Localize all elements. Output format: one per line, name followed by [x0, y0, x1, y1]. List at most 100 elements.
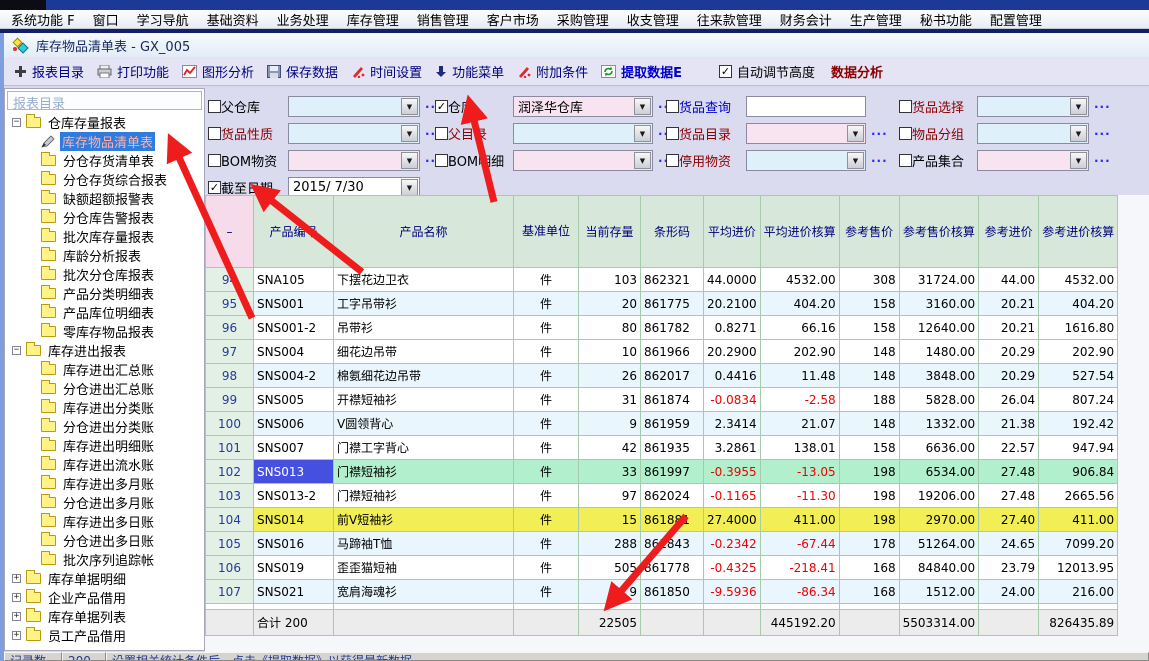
tree-item-库存进出汇总账[interactable]: 库存进出汇总账	[5, 360, 204, 379]
dropdown-arrow-icon[interactable]: ▼	[1070, 98, 1087, 115]
filter-select-父仓库[interactable]: ▼	[288, 96, 420, 117]
tree-item-库存进出流水账[interactable]: 库存进出流水账	[5, 455, 204, 474]
table-row[interactable]: 107SNS021宽肩海魂衫件9861850-9.5936-86.3416815…	[206, 580, 1118, 604]
table-row[interactable]: 98SNS004-2棉氨细花边吊带件268620170.441611.48148…	[206, 364, 1118, 388]
dropdown-arrow-icon[interactable]: ▼	[634, 98, 651, 115]
tree-item-分仓存货清单表[interactable]: 分仓存货清单表	[5, 151, 204, 170]
tree-item-库龄分析报表[interactable]: 库龄分析报表	[5, 246, 204, 265]
menu-item[interactable]: 收支管理	[618, 10, 688, 29]
toolbar-button-保存数据[interactable]: 保存数据	[267, 62, 338, 81]
menu-item[interactable]: 往来款管理	[688, 10, 771, 29]
column-header-avg_price_calc[interactable]: 平均进价核算	[760, 196, 839, 268]
menu-item[interactable]: 采购管理	[548, 10, 618, 29]
auto-height-toggle[interactable]: ✓自动调节高度	[719, 62, 815, 81]
filter-select-货品选择[interactable]: ▼	[977, 96, 1089, 117]
column-header-avg_price[interactable]: 平均进价	[704, 196, 761, 268]
more-options-button[interactable]: ···	[1094, 100, 1111, 114]
filter-checkbox-截至日期[interactable]: ✓	[208, 181, 221, 194]
menu-item[interactable]: 客户市场	[478, 10, 548, 29]
menu-item[interactable]: 学习导航	[128, 10, 198, 29]
tree-item-库存物品清单表[interactable]: 库存物品清单表	[5, 132, 204, 151]
column-header-barcode[interactable]: 条形码	[641, 196, 704, 268]
table-row[interactable]: 94SNA105下摆花边卫衣件10386232144.00004532.0030…	[206, 268, 1118, 292]
collapse-icon[interactable]: −	[12, 346, 21, 355]
toolbar-button-附加条件[interactable]: 附加条件	[517, 62, 588, 81]
more-options-button[interactable]: ···	[1094, 154, 1111, 168]
toolbar-button-提取数据E[interactable]: 提取数据E	[601, 62, 682, 81]
tree-item-批次分仓库报表[interactable]: 批次分仓库报表	[5, 265, 204, 284]
tree-item-缺额超额报警表[interactable]: 缺额超额报警表	[5, 189, 204, 208]
table-row[interactable]: 99SNS005开襟短袖衫件31861874-0.0834-2.58188582…	[206, 388, 1118, 412]
table-row[interactable]: 104SNS014前V短袖衫件1586188127.4000411.001982…	[206, 508, 1118, 532]
column-header-ref_buy[interactable]: 参考进价	[979, 196, 1039, 268]
table-row[interactable]: 106SNS019歪歪猫短袖件505861778-0.4325-218.4116…	[206, 556, 1118, 580]
dropdown-arrow-icon[interactable]: ▼	[401, 125, 418, 142]
dropdown-arrow-icon[interactable]: ▼	[1070, 152, 1087, 169]
column-header-name[interactable]: 产品名称	[334, 196, 514, 268]
dropdown-arrow-icon[interactable]: ▼	[401, 98, 418, 115]
column-header-ref_sale_calc[interactable]: 参考售价核算	[899, 196, 979, 268]
tree-item-员工产品借用[interactable]: +员工产品借用	[5, 626, 204, 645]
filter-select-BOM物资[interactable]: ▼	[288, 150, 420, 171]
tree-item-批次序列追踪帐[interactable]: 批次序列追踪帐	[5, 550, 204, 569]
dropdown-arrow-icon[interactable]: ▼	[1070, 125, 1087, 142]
dropdown-arrow-icon[interactable]: ▼	[634, 152, 651, 169]
filter-checkbox-货品性质[interactable]	[208, 127, 221, 140]
filter-checkbox-停用物资[interactable]	[666, 154, 679, 167]
expand-icon[interactable]: +	[12, 593, 21, 602]
table-row[interactable]: 101SNS007门襟工字背心件428619353.2861138.011586…	[206, 436, 1118, 460]
dropdown-arrow-icon[interactable]: ▼	[634, 125, 651, 142]
filter-select-物品分组[interactable]: ▼	[977, 123, 1089, 144]
table-row[interactable]: 96SNS001-2吊带衫件808617820.827166.161581264…	[206, 316, 1118, 340]
column-header-unit[interactable]: 基准单位	[514, 196, 579, 268]
filter-checkbox-BOM物资[interactable]	[208, 154, 221, 167]
table-row[interactable]: 95SNS001工字吊带衫件2086177520.2100404.2015831…	[206, 292, 1118, 316]
more-options-button[interactable]: ···	[871, 154, 888, 168]
filter-checkbox-父目录[interactable]	[435, 127, 448, 140]
table-row[interactable]: 102SNS013门襟短袖衫件33861997-0.3955-13.051986…	[206, 460, 1118, 484]
tree-item-库存进出多月账[interactable]: 库存进出多月账	[5, 474, 204, 493]
dropdown-arrow-icon[interactable]: ▼	[847, 152, 864, 169]
filter-checkbox-仓库[interactable]: ✓	[435, 100, 448, 113]
auto-height-checkbox[interactable]: ✓	[719, 65, 732, 78]
column-header-no[interactable]: –	[206, 196, 254, 268]
filter-select-BOM明细[interactable]: ▼	[513, 150, 653, 171]
tree-item-分仓存货综合报表[interactable]: 分仓存货综合报表	[5, 170, 204, 189]
table-row[interactable]: 103SNS013-2门襟短袖衫件97862024-0.1165-11.3019…	[206, 484, 1118, 508]
filter-checkbox-产品集合[interactable]	[899, 154, 912, 167]
table-row[interactable]: 105SNS016马蹄袖T恤件288861843-0.2342-67.44178…	[206, 532, 1118, 556]
filter-checkbox-父仓库[interactable]	[208, 100, 221, 113]
filter-select-产品集合[interactable]: ▼	[977, 150, 1089, 171]
tree-item-库存进出多日账[interactable]: 库存进出多日账	[5, 512, 204, 531]
toolbar-button-报表目录[interactable]: 报表目录	[14, 62, 84, 81]
menu-item[interactable]: 业务处理	[268, 10, 338, 29]
menu-item[interactable]: 库存管理	[338, 10, 408, 29]
expand-icon[interactable]: +	[12, 574, 21, 583]
table-row[interactable]: 97SNS004细花边吊带件1086196620.2900202.9014814…	[206, 340, 1118, 364]
toolbar-button-功能菜单[interactable]: 功能菜单	[435, 62, 504, 81]
filter-checkbox-BOM明细[interactable]	[435, 154, 448, 167]
expand-icon[interactable]: +	[12, 631, 21, 640]
menu-item[interactable]: 销售管理	[408, 10, 478, 29]
more-options-button[interactable]: ···	[871, 127, 888, 141]
tree-item-分仓进出分类账[interactable]: 分仓进出分类账	[5, 417, 204, 436]
menu-item[interactable]: 秘书功能	[911, 10, 981, 29]
tree-item-库存单据列表[interactable]: +库存单据列表	[5, 607, 204, 626]
filter-select-货品目录[interactable]: ▼	[746, 123, 866, 144]
filter-checkbox-货品目录[interactable]	[666, 127, 679, 140]
data-analysis-button[interactable]: 数据分析	[831, 62, 883, 81]
filter-select-仓库[interactable]: 润泽华仓库▼	[513, 96, 653, 117]
tree-item-库存进出报表[interactable]: −库存进出报表	[5, 341, 204, 360]
column-header-ref_buy_calc[interactable]: 参考进价核算	[1039, 196, 1118, 268]
tree-item-零库存物品报表[interactable]: 零库存物品报表	[5, 322, 204, 341]
tree-item-库存进出分类账[interactable]: 库存进出分类账	[5, 398, 204, 417]
tree-item-库存进出明细账[interactable]: 库存进出明细账	[5, 436, 204, 455]
menu-item[interactable]: 窗口	[84, 10, 128, 29]
tree-item-批次库存量报表[interactable]: 批次库存量报表	[5, 227, 204, 246]
filter-checkbox-物品分组[interactable]	[899, 127, 912, 140]
filter-select-停用物资[interactable]: ▼	[746, 150, 866, 171]
tree-item-库存单据明细[interactable]: +库存单据明细	[5, 569, 204, 588]
tree-item-分仓进出多月账[interactable]: 分仓进出多月账	[5, 493, 204, 512]
table-row[interactable]: 100SNS006V圆领背心件98619592.341421.071481332…	[206, 412, 1118, 436]
tree-item-产品库位明细表[interactable]: 产品库位明细表	[5, 303, 204, 322]
